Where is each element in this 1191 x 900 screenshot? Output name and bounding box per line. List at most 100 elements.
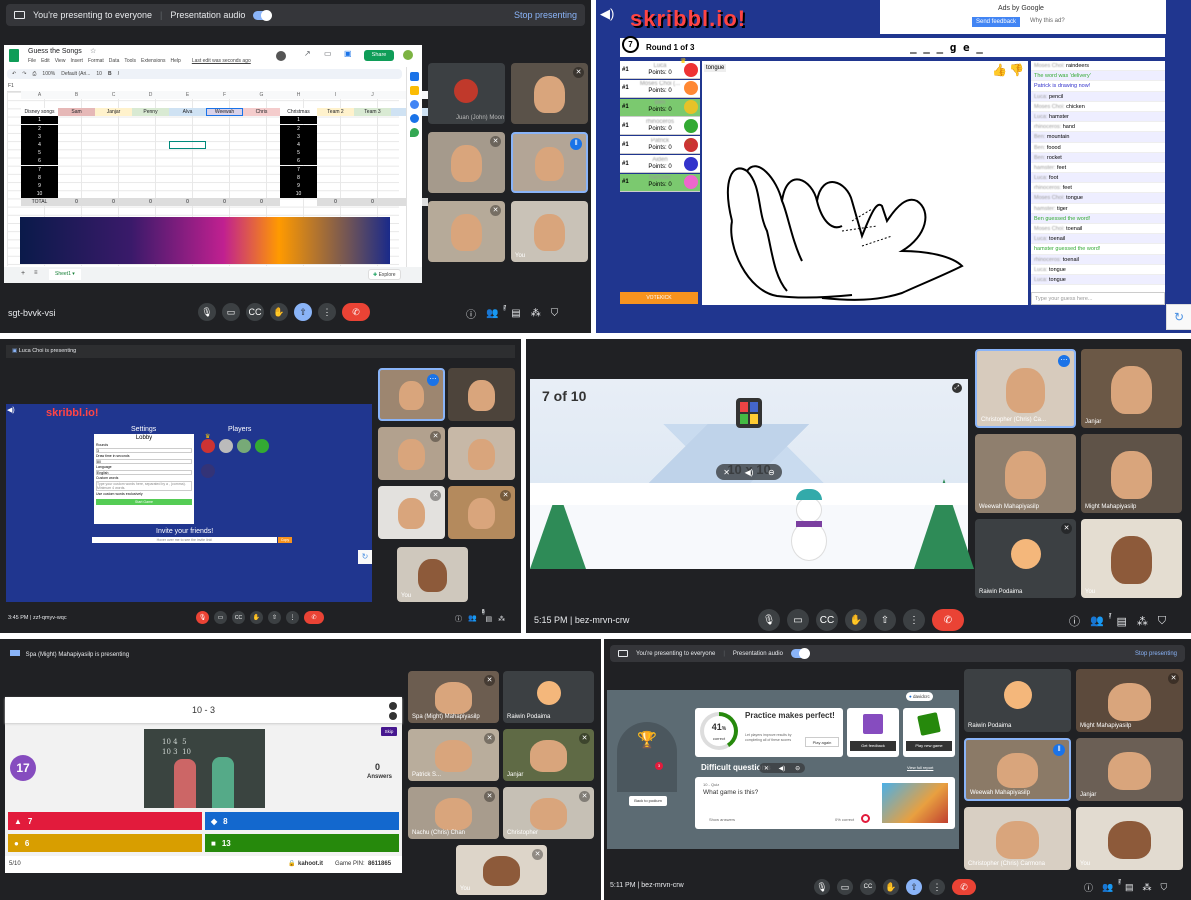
total-cell[interactable]: 0 — [132, 198, 169, 207]
table-header-cell[interactable]: Chris — [243, 108, 280, 117]
leave-call-button[interactable]: ✆ — [952, 879, 976, 895]
participant-tile[interactable]: ✕ Janjar — [503, 729, 594, 781]
song-number-cell[interactable]: 10 — [280, 190, 317, 199]
explore-button[interactable]: ✚ Explore — [368, 269, 401, 280]
sound-icon[interactable]: ◀) — [7, 406, 15, 414]
font-select[interactable]: Default (Ari... — [61, 71, 90, 77]
audio-toggle[interactable] — [253, 9, 273, 21]
volume-icon[interactable]: ◀) — [779, 765, 786, 772]
activities-icon[interactable]: ⁂ — [531, 308, 541, 319]
view-report-link[interactable]: View full report — [907, 765, 933, 770]
play-new-card[interactable]: Play new game — [903, 708, 955, 757]
leave-call-button[interactable]: ✆ — [304, 611, 324, 624]
votekick-button[interactable]: VOTEKICK — [620, 292, 698, 304]
total-cell[interactable]: 0 — [58, 198, 95, 207]
more-options-icon[interactable]: ⋯ — [1058, 355, 1070, 367]
self-tile[interactable]: You — [1081, 519, 1182, 598]
column-header[interactable]: G — [243, 91, 280, 99]
column-header[interactable]: C — [95, 91, 132, 99]
activities-icon[interactable]: ⁂ — [498, 615, 505, 623]
participant-tile[interactable]: Janjar — [1076, 738, 1183, 801]
table-header-cell[interactable]: Christmas — [280, 108, 317, 117]
drawing-canvas[interactable]: tongue 👍 👎 — [702, 61, 1028, 305]
chat-icon[interactable]: ▤ — [1116, 615, 1126, 628]
participant-tile[interactable]: Raiwin Podaima — [964, 669, 1071, 732]
menu-item[interactable]: Insert — [70, 58, 83, 64]
keep-icon[interactable] — [410, 86, 419, 95]
print-icon[interactable]: ⎙ — [32, 71, 36, 77]
skip-button[interactable]: Skip — [381, 727, 397, 736]
participant-tile[interactable]: ⦀ — [511, 132, 588, 193]
redo-icon[interactable]: ↷ — [22, 71, 26, 77]
participant-tile[interactable]: ✕ — [448, 486, 515, 539]
participant-tile[interactable]: ✕ Patrick S... — [408, 729, 499, 781]
menu-item[interactable]: Help — [171, 58, 181, 64]
participant-tile[interactable]: Might Mahapiyasilp — [1081, 434, 1182, 513]
leave-call-button[interactable]: ✆ — [342, 303, 370, 321]
total-label-cell[interactable]: TOTAL — [21, 198, 58, 207]
back-to-podium-button[interactable]: Back to podium — [629, 796, 667, 806]
zoom-select[interactable]: 100% — [42, 71, 55, 77]
present-button[interactable]: ⇧ — [268, 611, 281, 624]
send-feedback-button[interactable]: Send feedback — [972, 17, 1021, 27]
camera-button[interactable]: ▭ — [787, 609, 809, 631]
column-header[interactable]: F — [206, 91, 243, 99]
more-options-button[interactable]: ⋮ — [903, 609, 925, 631]
selected-cell[interactable] — [206, 108, 243, 117]
song-number-cell[interactable]: 6 — [280, 157, 317, 166]
start-game-button[interactable]: Start Game — [96, 499, 192, 505]
song-number-cell[interactable]: 3 — [21, 132, 58, 141]
meet-icon[interactable]: ▣ — [344, 49, 352, 58]
settings-icon[interactable] — [389, 702, 397, 710]
song-number-cell[interactable]: 7 — [21, 165, 58, 174]
people-icon[interactable]: 👥 7 — [486, 304, 507, 320]
song-number-cell[interactable]: 4 — [280, 141, 317, 149]
table-header-cell[interactable]: Sam — [58, 108, 95, 117]
table-header-cell[interactable]: Team 2 — [317, 108, 354, 117]
more-options-button[interactable]: ⋮ — [318, 303, 336, 321]
raise-hand-button[interactable]: ✋ — [845, 609, 867, 631]
mic-off-icon[interactable]: ✕ — [723, 468, 730, 477]
play-again-button[interactable]: Play again — [805, 737, 839, 747]
camera-button[interactable]: ▭ — [214, 611, 227, 624]
font-size-select[interactable]: 10 — [96, 71, 102, 77]
invite-link-box[interactable]: Hover over me to see the invite link! — [92, 537, 277, 543]
maps-icon[interactable] — [410, 128, 419, 137]
user-avatar[interactable] — [403, 50, 413, 60]
answer-option[interactable]: ■ 13 — [205, 834, 399, 852]
song-number-cell[interactable]: 10 — [21, 190, 58, 199]
show-answers-toggle[interactable]: Show answers — [709, 817, 735, 822]
doc-title[interactable]: Guess the Songs — [28, 48, 82, 55]
participant-tile[interactable]: ✕ Christopher — [503, 787, 594, 839]
player-row[interactable]: #1 Moses Choi (... Points: 0 — [620, 79, 700, 98]
tasks-icon[interactable] — [410, 100, 419, 109]
total-cell[interactable]: 0 — [317, 198, 354, 207]
stop-presenting-link[interactable]: Stop presenting — [1135, 651, 1177, 657]
raise-hand-button[interactable]: ✋ — [250, 611, 263, 624]
table-header-cell[interactable]: Team 3 — [354, 108, 391, 117]
undo-icon[interactable]: ↶ — [12, 71, 16, 77]
participant-tile[interactable]: ✕ — [378, 486, 445, 539]
audio-toggle[interactable] — [790, 648, 810, 659]
use-custom-checkbox[interactable]: Use custom words exclusively — [94, 491, 194, 497]
trend-icon[interactable]: ↗ — [304, 49, 311, 58]
info-icon[interactable]: ⓘ — [466, 306, 476, 321]
chat-icon[interactable]: ▤ — [486, 615, 493, 623]
player-row[interactable]: #1 Ben Points: 0 — [620, 98, 700, 117]
present-button[interactable]: ⇧ — [294, 303, 312, 321]
activities-icon[interactable]: ⁂ — [1143, 882, 1152, 893]
participant-tile[interactable]: Christopher (Chris) Carmona — [964, 807, 1071, 870]
column-header[interactable]: I — [317, 91, 354, 99]
song-number-cell[interactable]: 7 — [280, 165, 317, 174]
menu-item[interactable]: Data — [109, 58, 120, 64]
player-row[interactable]: #1 Aiden Points: 0 — [620, 155, 700, 173]
sound-icon[interactable]: ◀) — [600, 6, 614, 22]
why-this-ad-link[interactable]: Why this ad? — [1030, 18, 1065, 24]
volume-icon[interactable]: ◀) — [745, 468, 754, 477]
column-header[interactable]: A — [21, 91, 58, 99]
column-header[interactable]: B — [58, 91, 95, 99]
copy-button[interactable]: Copy — [278, 537, 292, 543]
question-card[interactable]: 10 - Quiz What game is this? Show answer… — [695, 777, 955, 829]
people-icon[interactable]: 👥8 — [468, 609, 485, 624]
comment-icon[interactable]: ▭ — [324, 49, 332, 58]
